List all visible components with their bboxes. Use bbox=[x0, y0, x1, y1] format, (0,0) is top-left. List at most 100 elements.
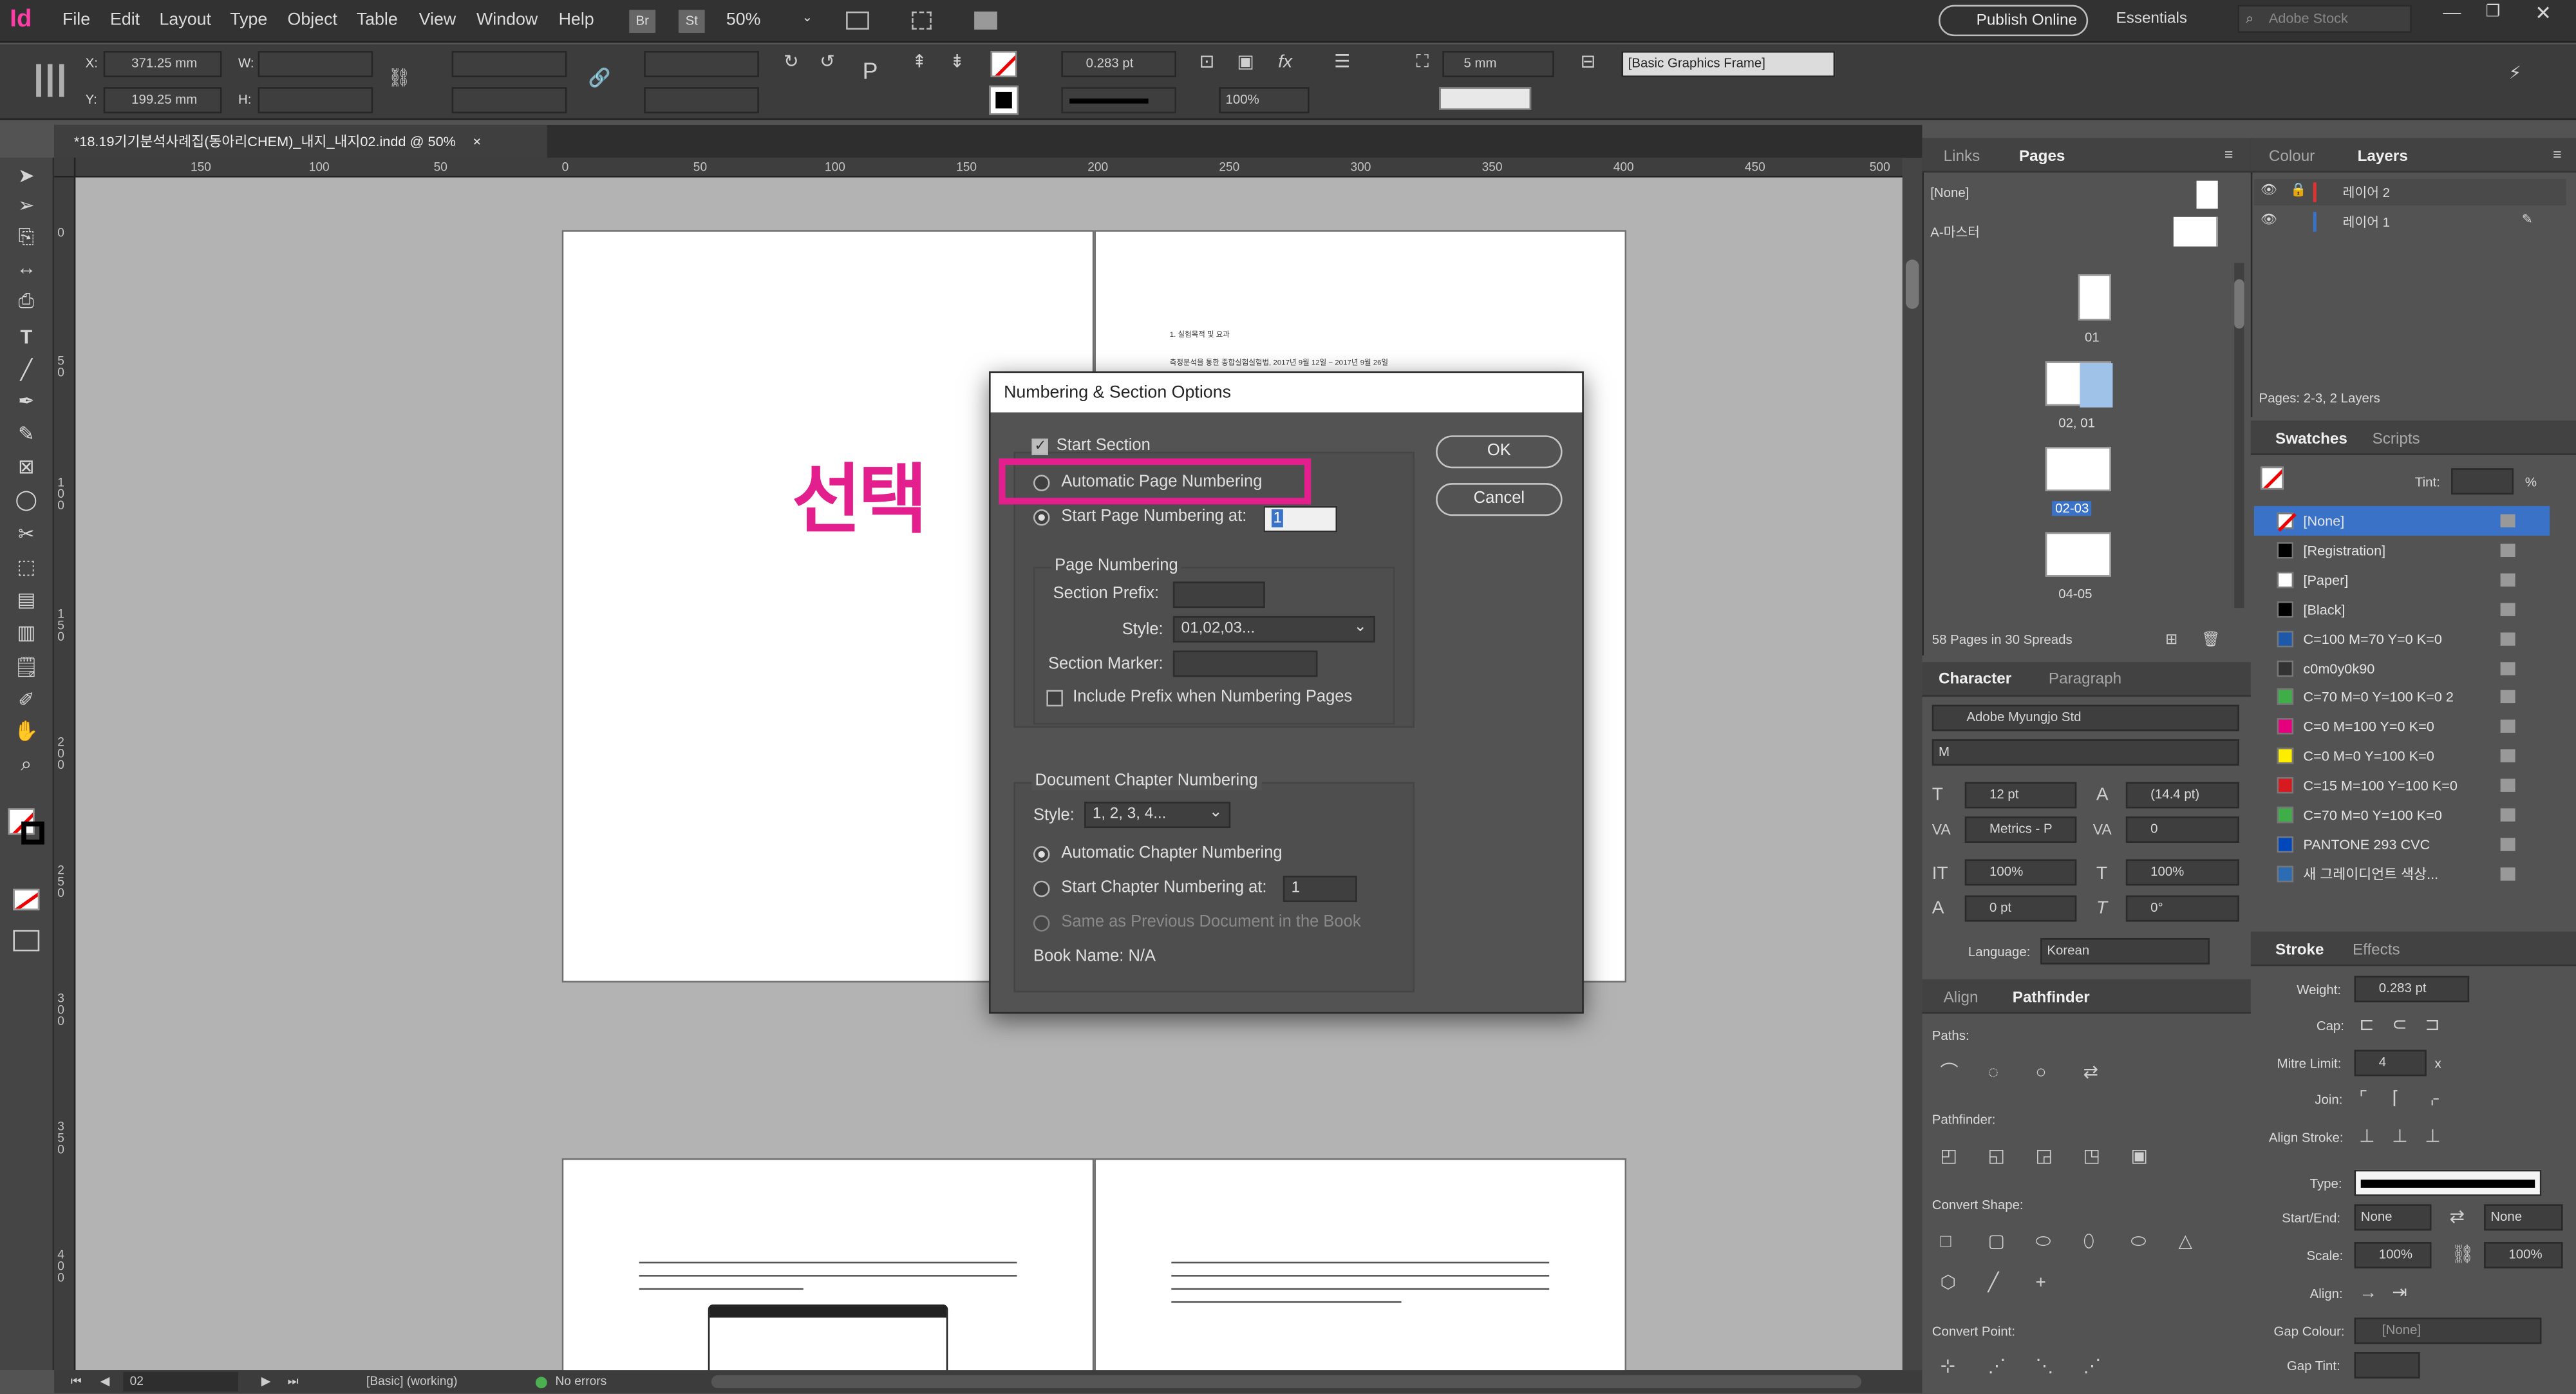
section-marker-input[interactable] bbox=[1172, 650, 1318, 677]
tab-pages[interactable]: Pages bbox=[2019, 148, 2065, 166]
tab-close-icon[interactable]: × bbox=[473, 133, 481, 150]
none-master-thumb[interactable] bbox=[2196, 180, 2218, 209]
ellipse-tool-icon[interactable]: ◯ bbox=[13, 488, 39, 511]
exclude-shape-icon[interactable]: ◳ bbox=[2083, 1147, 2101, 1167]
object-style-select[interactable]: [Basic Graphics Frame] bbox=[1621, 51, 1836, 77]
note-tool-icon[interactable]: 🗒 bbox=[13, 655, 39, 679]
effects-icon[interactable]: fx bbox=[1278, 53, 1292, 73]
start-chapter-input[interactable]: 1 bbox=[1283, 876, 1357, 902]
link-icon[interactable]: ⛓ bbox=[2451, 1245, 2474, 1265]
miter-join-icon[interactable]: ⌜ bbox=[2359, 1089, 2367, 1109]
link-icon[interactable]: 🔗 bbox=[588, 69, 610, 89]
butt-cap-icon[interactable]: ⊏ bbox=[2359, 1015, 2374, 1035]
plain-point-icon[interactable]: ⊹ bbox=[1941, 1357, 1956, 1377]
rotation-field[interactable] bbox=[644, 51, 759, 77]
x-field[interactable]: 371.25 mm bbox=[103, 51, 222, 77]
stroke-preview[interactable] bbox=[1439, 87, 1532, 110]
bevel-join-icon[interactable]: ⌌ bbox=[2425, 1089, 2440, 1109]
swatch-row[interactable]: 새 그레이디언트 색상... bbox=[2254, 859, 2550, 889]
tab-pathfinder[interactable]: Pathfinder bbox=[2013, 989, 2090, 1007]
canvas-scrollbar[interactable] bbox=[1902, 157, 1923, 1371]
preflight-style[interactable]: [Basic] (working) bbox=[366, 1370, 457, 1393]
restore-icon[interactable]: ❐ bbox=[2486, 3, 2501, 21]
skew-field[interactable]: 0° bbox=[2125, 895, 2239, 922]
add-shape-icon[interactable]: ◰ bbox=[1941, 1147, 1958, 1167]
smooth-point-icon[interactable]: ⋱ bbox=[2036, 1357, 2054, 1377]
gap-colour-field[interactable]: [None] bbox=[2354, 1317, 2542, 1344]
rectangle-frame-tool-icon[interactable]: ⊠ bbox=[13, 455, 39, 478]
screen-mode-icon[interactable] bbox=[846, 11, 869, 30]
horizontal-scrollbar[interactable] bbox=[711, 1375, 1862, 1389]
fill-stroke-swatch-icon[interactable] bbox=[2261, 466, 2284, 490]
start-chapter-radio[interactable] bbox=[1033, 880, 1050, 898]
eyedropper-tool-icon[interactable]: ✐ bbox=[13, 688, 39, 711]
gap-tint-field[interactable] bbox=[2354, 1352, 2420, 1379]
free-transform-tool-icon[interactable]: ⬚ bbox=[13, 555, 39, 578]
round-cap-icon[interactable]: ⊂ bbox=[2392, 1015, 2407, 1035]
a-master-label[interactable]: A-마스터 bbox=[1930, 223, 1980, 241]
align-center-icon[interactable]: ⊥ bbox=[2359, 1127, 2374, 1147]
arrow-align-icon[interactable]: → bbox=[2359, 1283, 2377, 1303]
selection-tool-icon[interactable]: ➤ bbox=[13, 164, 39, 187]
tab-colour[interactable]: Colour bbox=[2269, 148, 2315, 166]
gradient-feather-tool-icon[interactable]: ▥ bbox=[13, 621, 39, 645]
start-section-checkbox[interactable] bbox=[1031, 437, 1048, 455]
menu-help[interactable]: Help bbox=[559, 10, 594, 30]
minimize-icon[interactable]: — bbox=[2443, 3, 2461, 23]
swap-arrows-icon[interactable]: ⇄ bbox=[2450, 1207, 2465, 1227]
fill-swatch[interactable] bbox=[990, 51, 1017, 77]
ok-button[interactable]: OK bbox=[1436, 435, 1563, 469]
scale-x-field[interactable] bbox=[451, 51, 567, 77]
include-prefix-checkbox[interactable] bbox=[1046, 690, 1063, 707]
align-outside-icon[interactable]: ⊥ bbox=[2425, 1127, 2440, 1147]
polygon-shape-icon[interactable]: ⬡ bbox=[1941, 1274, 1957, 1294]
object-style-icon[interactable]: ⊟ bbox=[1581, 53, 1596, 73]
kerning-field[interactable]: Metrics - P bbox=[1964, 816, 2077, 843]
hand-tool-icon[interactable]: ✋ bbox=[13, 720, 39, 743]
tracking-field[interactable]: 0 bbox=[2125, 816, 2239, 843]
tab-swatches[interactable]: Swatches bbox=[2275, 431, 2347, 449]
tab-stroke[interactable]: Stroke bbox=[2275, 941, 2324, 959]
rounded-rect-icon[interactable]: ▢ bbox=[1988, 1232, 2006, 1252]
stock-search-input[interactable]: ⌕ Adobe Stock bbox=[2237, 5, 2412, 33]
flip-icon[interactable]: P bbox=[863, 59, 878, 82]
new-page-icon[interactable]: ⊞ bbox=[2165, 629, 2177, 649]
page-tool-icon[interactable]: ⎘ bbox=[13, 225, 39, 249]
page-number-field[interactable]: 02 bbox=[123, 1371, 238, 1392]
lock-icon[interactable]: 🔒 bbox=[2290, 182, 2306, 197]
rotate-cw-icon[interactable]: ↻ bbox=[784, 53, 799, 73]
document-tab[interactable]: *18.19기기분석사례집(동아리CHEM)_내지_내지02.indd @ 50… bbox=[54, 124, 547, 158]
start-page-input[interactable]: 1 bbox=[1263, 505, 1338, 532]
zoom-tool-icon[interactable]: ⌕ bbox=[13, 753, 39, 776]
apply-none-icon[interactable] bbox=[13, 889, 40, 910]
swatch-row[interactable]: C=70 M=0 Y=100 K=0 2 bbox=[2254, 683, 2550, 712]
tab-layers[interactable]: Layers bbox=[2358, 148, 2408, 166]
swatch-row[interactable]: C=15 M=100 Y=100 K=0 bbox=[2254, 771, 2550, 800]
leading-field[interactable]: (14.4 pt) bbox=[2125, 782, 2239, 809]
first-page-icon[interactable]: ⏮ bbox=[71, 1370, 82, 1393]
join-path-icon[interactable]: ⌒ bbox=[1941, 1063, 1959, 1083]
rotate-ccw-icon[interactable]: ↺ bbox=[820, 53, 835, 73]
section-prefix-input[interactable] bbox=[1172, 581, 1265, 608]
eye-icon[interactable]: 👁 bbox=[2261, 212, 2277, 227]
ruler-origin[interactable] bbox=[54, 157, 76, 178]
last-page-icon[interactable]: ⏭ bbox=[288, 1370, 299, 1393]
workspace-select[interactable]: Essentials bbox=[2116, 10, 2188, 28]
menu-view[interactable]: View bbox=[419, 10, 456, 30]
layer-row-2[interactable]: 👁 🔒 레이어 2 bbox=[2253, 179, 2566, 205]
orthogonal-line-icon[interactable]: + bbox=[2036, 1274, 2046, 1294]
scale-end-field[interactable]: 100% bbox=[2484, 1242, 2563, 1268]
swatch-row[interactable]: [Paper] bbox=[2254, 565, 2550, 594]
type-tool-icon[interactable]: T bbox=[13, 325, 39, 348]
scissors-tool-icon[interactable]: ✂ bbox=[13, 522, 39, 545]
preflight-status[interactable]: No errors bbox=[555, 1370, 606, 1393]
reverse-path-icon[interactable]: ⇄ bbox=[2083, 1063, 2099, 1083]
close-icon[interactable]: ✕ bbox=[2535, 2, 2552, 25]
round-join-icon[interactable]: ⌈ bbox=[2392, 1089, 2399, 1109]
menu-window[interactable]: Window bbox=[476, 10, 538, 30]
inverse-rounded-icon[interactable]: ⬯ bbox=[2083, 1232, 2095, 1252]
publish-online-button[interactable]: Publish Online bbox=[1938, 5, 2089, 37]
cancel-button[interactable]: Cancel bbox=[1436, 483, 1563, 516]
align-inside-icon[interactable]: ⊥ bbox=[2392, 1127, 2407, 1147]
pencil-tool-icon[interactable]: ✎ bbox=[13, 422, 39, 446]
